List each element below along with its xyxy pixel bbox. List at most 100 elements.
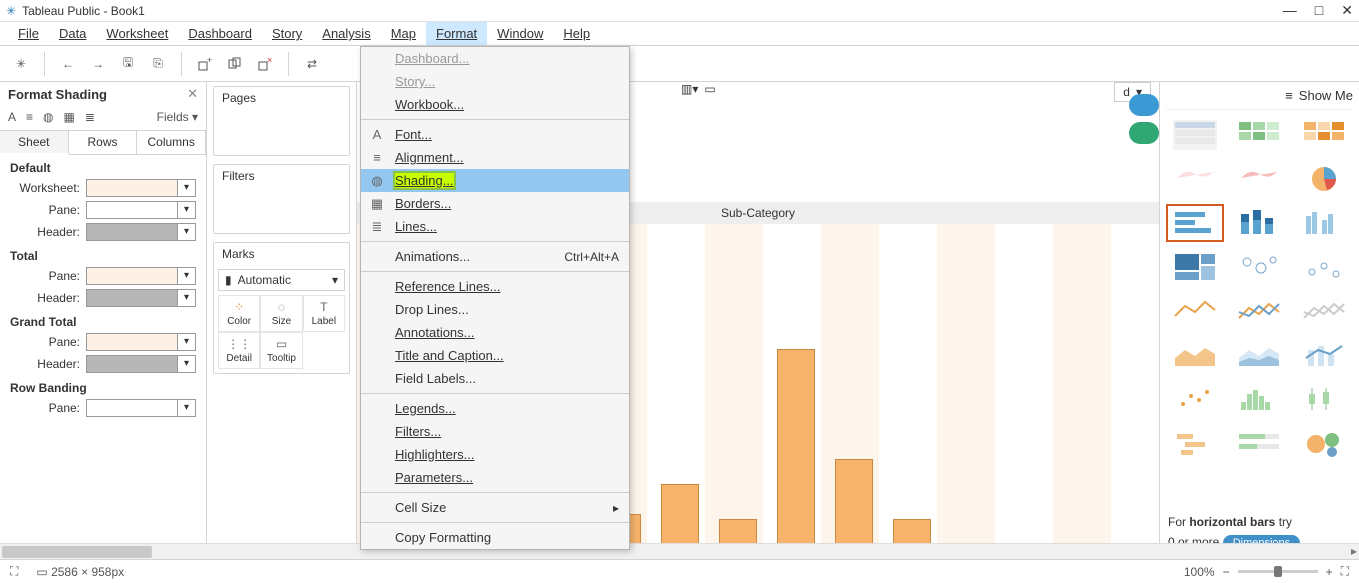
- menu-map[interactable]: Map: [381, 22, 426, 45]
- marks-size-button[interactable]: ◌Size: [260, 295, 302, 332]
- viz-stacked-bar[interactable]: [1230, 204, 1288, 242]
- format-borders[interactable]: ▦Borders...: [361, 192, 629, 215]
- format-filters[interactable]: Filters...: [361, 420, 629, 443]
- format-cell-size[interactable]: Cell Size▸: [361, 496, 629, 519]
- columns-pill[interactable]: [1129, 94, 1159, 116]
- borders-icon[interactable]: ▦: [64, 110, 75, 124]
- fields-dropdown[interactable]: Fields ▾: [157, 110, 198, 124]
- viz-scatter[interactable]: [1166, 380, 1224, 418]
- rows-pill[interactable]: [1129, 122, 1159, 144]
- default-pane-color[interactable]: ▾: [86, 201, 196, 219]
- viz-line-continuous[interactable]: [1166, 292, 1224, 330]
- grandtotal-header-color[interactable]: ▾: [86, 355, 196, 373]
- new-worksheet-button[interactable]: +: [192, 51, 218, 77]
- pages-shelf[interactable]: Pages: [213, 86, 350, 156]
- save-button[interactable]: 🖫: [115, 51, 141, 77]
- tab-sheet[interactable]: Sheet: [0, 131, 69, 155]
- new-data-button[interactable]: ⎘: [145, 51, 171, 77]
- total-header-color[interactable]: ▾: [86, 289, 196, 307]
- filters-shelf[interactable]: Filters: [213, 164, 350, 234]
- zoom-slider[interactable]: [1238, 570, 1318, 573]
- format-drop-lines[interactable]: Drop Lines...: [361, 298, 629, 321]
- default-worksheet-color[interactable]: ▾: [86, 179, 196, 197]
- viz-bullet[interactable]: [1230, 424, 1288, 462]
- viz-line-discrete[interactable]: [1230, 292, 1288, 330]
- viz-dual-line[interactable]: [1295, 292, 1353, 330]
- viz-treemap[interactable]: [1166, 248, 1224, 286]
- format-copy-formatting[interactable]: Copy Formatting: [361, 526, 629, 549]
- clear-sheet-button[interactable]: ×: [252, 51, 278, 77]
- default-header-color[interactable]: ▾: [86, 223, 196, 241]
- format-dashboard[interactable]: Dashboard...: [361, 47, 629, 70]
- shading-icon[interactable]: ◍: [43, 110, 53, 124]
- marks-color-button[interactable]: ⁘Color: [218, 295, 260, 332]
- marks-detail-button[interactable]: ⋮⋮Detail: [218, 332, 260, 369]
- viz-filled-map[interactable]: [1230, 160, 1288, 198]
- swap-button[interactable]: ⇄: [299, 51, 325, 77]
- viz-highlight-table[interactable]: [1295, 116, 1353, 154]
- minimize-button[interactable]: —: [1283, 2, 1297, 19]
- viz-area-continuous[interactable]: [1166, 336, 1224, 374]
- viz-symbol-map[interactable]: [1166, 160, 1224, 198]
- tab-columns[interactable]: Columns: [137, 131, 206, 154]
- format-legends[interactable]: Legends...: [361, 397, 629, 420]
- font-icon[interactable]: A: [8, 110, 16, 124]
- viz-table[interactable]: [1166, 116, 1224, 154]
- marks-tooltip-button[interactable]: ▭Tooltip: [260, 332, 302, 369]
- viz-box-plot[interactable]: [1295, 380, 1353, 418]
- format-story[interactable]: Story...: [361, 70, 629, 93]
- format-animations[interactable]: Animations...Ctrl+Alt+A: [361, 245, 629, 268]
- zoom-in-button[interactable]: +: [1326, 565, 1333, 579]
- menu-analysis[interactable]: Analysis: [312, 22, 380, 45]
- close-button[interactable]: ✕: [1341, 2, 1353, 19]
- viz-circle-views[interactable]: [1230, 248, 1288, 286]
- viz-gantt[interactable]: [1166, 424, 1224, 462]
- marks-type-dropdown[interactable]: ▮ Automatic ▾: [218, 269, 345, 291]
- duplicate-sheet-button[interactable]: [222, 51, 248, 77]
- grandtotal-pane-color[interactable]: ▾: [86, 333, 196, 351]
- viz-horizontal-bar[interactable]: [1166, 204, 1224, 242]
- bar-8[interactable]: [777, 349, 815, 559]
- menu-dashboard[interactable]: Dashboard: [178, 22, 262, 45]
- viz-pie[interactable]: [1295, 160, 1353, 198]
- menu-data[interactable]: Data: [49, 22, 96, 45]
- menu-file[interactable]: File: [8, 22, 49, 45]
- format-title-caption[interactable]: Title and Caption...: [361, 344, 629, 367]
- rowband-pane-color[interactable]: ▾: [86, 399, 196, 417]
- zoom-out-button[interactable]: −: [1223, 565, 1230, 579]
- presentation-mode-icon[interactable]: ▭: [704, 82, 715, 96]
- show-me-toggle[interactable]: ≡ Show Me: [1166, 86, 1353, 110]
- viz-side-circles[interactable]: [1295, 248, 1353, 286]
- menu-help[interactable]: Help: [553, 22, 600, 45]
- format-reference-lines[interactable]: Reference Lines...: [361, 275, 629, 298]
- format-annotations[interactable]: Annotations...: [361, 321, 629, 344]
- forward-button[interactable]: →: [85, 51, 111, 77]
- format-alignment[interactable]: ≡Alignment...: [361, 146, 629, 169]
- format-field-labels[interactable]: Field Labels...: [361, 367, 629, 390]
- back-button[interactable]: ←: [55, 51, 81, 77]
- format-parameters[interactable]: Parameters...: [361, 466, 629, 489]
- viz-packed-bubbles[interactable]: [1295, 424, 1353, 462]
- viz-heatmap[interactable]: [1230, 116, 1288, 154]
- total-pane-color[interactable]: ▾: [86, 267, 196, 285]
- format-workbook[interactable]: Workbook...: [361, 93, 629, 116]
- format-highlighters[interactable]: Highlighters...: [361, 443, 629, 466]
- marks-label-button[interactable]: TLabel: [303, 295, 345, 332]
- menu-worksheet[interactable]: Worksheet: [96, 22, 178, 45]
- view-toolbar-icon[interactable]: ▥▾: [681, 82, 698, 96]
- menu-format[interactable]: Format: [426, 22, 487, 45]
- lines-icon[interactable]: ≣: [85, 110, 95, 124]
- format-font[interactable]: AFont...: [361, 123, 629, 146]
- fit-screen-button[interactable]: ⛶: [1341, 564, 1349, 579]
- format-lines[interactable]: ≣Lines...: [361, 215, 629, 238]
- tableau-icon[interactable]: ✳: [8, 51, 34, 77]
- viz-area-discrete[interactable]: [1230, 336, 1288, 374]
- menu-story[interactable]: Story: [262, 22, 312, 45]
- selection-icon[interactable]: ⛶: [10, 564, 18, 579]
- menu-window[interactable]: Window: [487, 22, 553, 45]
- format-shading[interactable]: ◍Shading...: [361, 169, 629, 192]
- maximize-button[interactable]: □: [1315, 2, 1323, 19]
- horizontal-scrollbar[interactable]: ▸: [0, 543, 1359, 559]
- viz-side-by-side-bar[interactable]: [1295, 204, 1353, 242]
- viz-histogram[interactable]: [1230, 380, 1288, 418]
